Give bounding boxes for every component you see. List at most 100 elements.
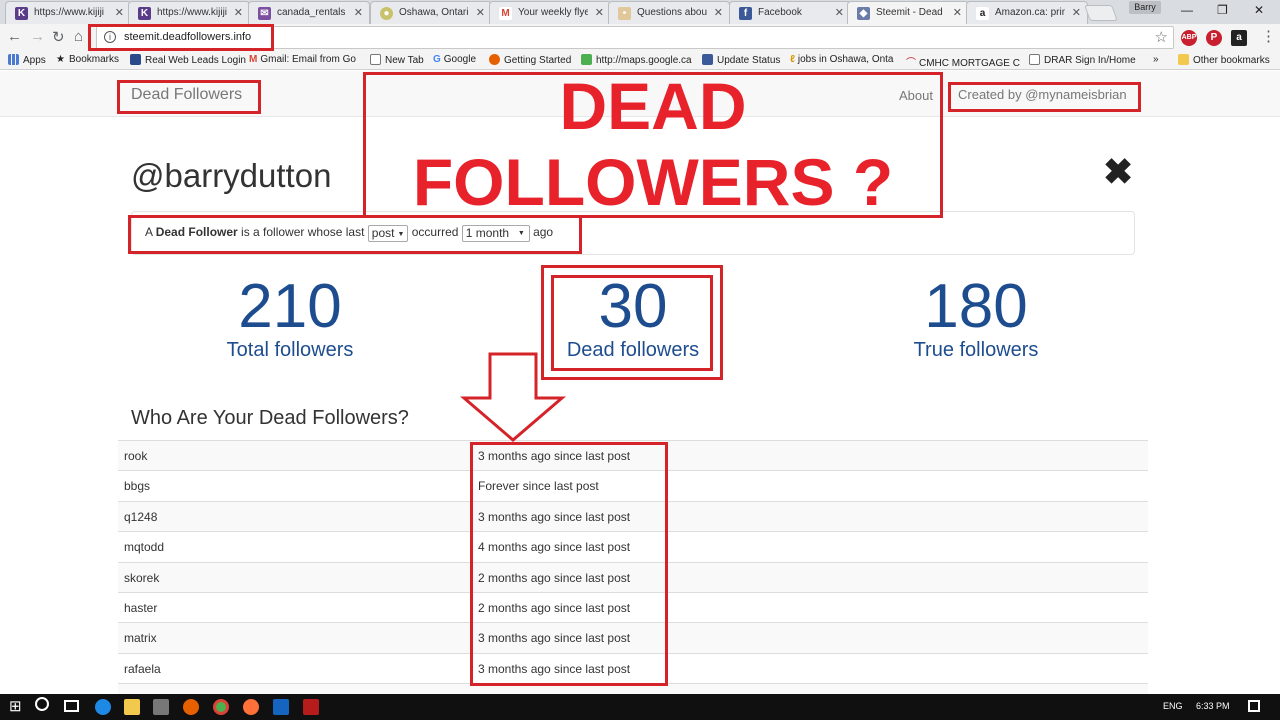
bookmark-google[interactable]: G Google [433,54,476,65]
pinterest-icon[interactable]: P [1206,30,1222,46]
close-tab-icon[interactable]: ✕ [953,6,962,19]
site-icon [130,54,141,65]
tab-label: Amazon.ca: prin [995,7,1065,18]
clock[interactable]: 6:33 PM [1196,701,1230,711]
back-icon[interactable]: ← [7,28,22,45]
home-icon[interactable]: ⌂ [74,28,83,45]
firefox-icon [489,54,500,65]
reload-icon[interactable]: ↻ [52,28,65,46]
page-title: @barrydutton [131,157,332,194]
start-icon[interactable]: ⊞ [9,697,22,715]
tab-label: Your weekly flyer [518,7,588,18]
amazon-icon: a [976,7,989,20]
chrome-icon[interactable] [213,699,229,715]
firefox-icon-2[interactable] [243,699,259,715]
bookmark-getting-started[interactable]: Getting Started [489,54,571,66]
cmhc-icon: ⌒ [906,58,916,69]
annotation-box-brand [117,80,261,114]
close-tab-icon[interactable]: ✕ [234,6,243,19]
page-icon [370,54,381,65]
arrow-down-icon [460,352,566,442]
mail-icon: ✉ [258,7,271,20]
search-icon[interactable] [35,697,49,711]
page-icon [1029,54,1040,65]
close-tab-icon[interactable]: ✕ [354,6,363,19]
bookmark-cmhc[interactable]: ⌒ CMHC MORTGAGE C [906,54,1020,69]
annotation-box-created-by [948,82,1141,112]
bookmark-apps[interactable]: Apps [8,54,46,66]
calculator-icon[interactable] [153,699,169,715]
amazon-extension-icon[interactable]: a [1231,30,1247,46]
browser-tab[interactable]: ● Oshawa, Ontario ✕ [370,1,492,24]
weather-icon: ● [380,7,393,20]
tab-strip: K https://www.kijiji ✕ K https://www.kij… [0,0,1280,24]
bookmarks-bar: Apps ★ Bookmarks Real Web Leads Login M Gm… [0,51,1280,70]
follower-name: q1248 [124,509,158,524]
browser-tab[interactable]: K https://www.kijiji ✕ [128,1,250,24]
close-tab-icon[interactable]: ✕ [835,6,844,19]
true-followers-label: True followers [913,339,1039,361]
close-icon[interactable]: ✖ [1103,151,1133,193]
forward-icon[interactable]: → [30,28,45,45]
total-followers-count: 210 [238,272,342,341]
tab-label: Questions about [637,7,707,18]
bookmark-jobs[interactable]: ℓ jobs in Oshawa, Onta [790,54,894,65]
minimize-icon[interactable]: — [1181,3,1193,17]
annotation-headline-line1: DEAD [559,69,747,143]
browser-tab[interactable]: K https://www.kijiji ✕ [5,1,131,24]
bookmark-other[interactable]: Other bookmarks [1178,54,1270,66]
restore-icon[interactable]: ❐ [1217,3,1228,17]
browser-tab[interactable]: M Your weekly flyer ✕ [489,1,611,24]
follower-name: matrix [124,631,157,646]
section-title: Who Are Your Dead Followers? [131,407,409,429]
menu-icon[interactable]: ⋮ [1261,27,1276,45]
bookmark-gmail[interactable]: M Gmail: Email from Go [249,54,356,65]
tab-label: canada_rentals - [277,7,347,18]
bookmark-update-status[interactable]: Update Status [702,54,780,66]
tab-label: Oshawa, Ontario [399,7,469,18]
kijiji-icon: K [15,7,28,20]
file-explorer-icon[interactable] [124,699,140,715]
close-tab-icon[interactable]: ✕ [115,6,124,19]
close-window-icon[interactable]: ✕ [1254,3,1264,17]
profile-button[interactable]: Barry [1129,1,1161,14]
annotation-box-times [470,442,668,686]
browser-tab[interactable]: ✉ canada_rentals - ✕ [248,1,370,24]
bookmark-maps[interactable]: http://maps.google.ca [581,54,692,66]
apps-grid-icon [8,54,19,65]
firefox-icon[interactable] [183,699,199,715]
task-view-icon[interactable] [64,700,79,712]
store-icon[interactable] [273,699,289,715]
browser-tab[interactable]: f Facebook ✕ [729,1,851,24]
adblock-icon[interactable]: ABP [1181,30,1197,46]
browser-tab[interactable]: a Amazon.ca: prin ✕ [966,1,1088,24]
close-tab-icon[interactable]: ✕ [476,6,485,19]
bookmark-new-tab[interactable]: New Tab [370,54,424,66]
follower-name: rafaela [124,661,161,676]
edge-icon[interactable] [95,699,111,715]
shield-icon[interactable] [303,699,319,715]
bookmark-bookmarks[interactable]: ★ Bookmarks [56,54,119,65]
windows-taskbar: ⊞ ENG 6:33 PM [0,694,1280,720]
close-tab-icon[interactable]: ✕ [1072,6,1081,19]
follower-name: haster [124,600,158,615]
steemit-icon: ◆ [857,7,870,20]
gmail-icon: M [249,54,258,65]
new-tab-button[interactable] [1084,5,1118,21]
bookmarks-overflow-button[interactable]: » [1153,54,1159,65]
star-icon: ★ [56,54,65,65]
annotation-headline-line2: FOLLOWERS ? [412,145,894,219]
lang-indicator[interactable]: ENG [1163,701,1183,711]
tab-label: Facebook [758,7,802,18]
close-tab-icon[interactable]: ✕ [595,6,604,19]
tab-label: Steemit - Dead F [876,7,946,18]
bookmark-real-web-leads[interactable]: Real Web Leads Login [130,54,246,66]
bookmark-drar[interactable]: DRAR Sign In/Home [1029,54,1136,66]
browser-tab-active[interactable]: ◆ Steemit - Dead F ✕ [847,1,969,24]
follower-name: skorek [124,570,160,585]
close-tab-icon[interactable]: ✕ [714,6,723,19]
bookmark-star-icon[interactable]: ☆ [1155,28,1168,46]
browser-tab[interactable]: • Questions about ✕ [608,1,730,24]
annotation-box-definition [128,215,582,254]
notifications-icon[interactable] [1248,700,1260,712]
